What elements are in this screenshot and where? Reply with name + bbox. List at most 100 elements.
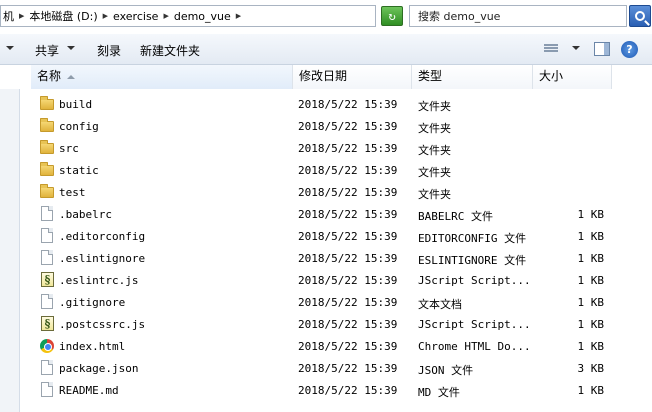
folder-icon [39,118,55,134]
file-row[interactable]: § .eslintrc.js 2018/5/22 15:39 JScript Scri… [33,270,633,292]
file-date: 2018/5/22 15:39 [298,142,398,155]
file-name: .postcssrc.js [59,318,146,331]
navigation-pane[interactable] [0,65,20,412]
column-size-label: 大小 [539,69,564,83]
help-icon[interactable]: ? [621,41,638,58]
refresh-button[interactable]: ↻ [381,6,403,26]
column-header-date[interactable]: 修改日期 [293,65,412,89]
chrome-html-icon [39,338,55,354]
file-row[interactable]: package.json 2018/5/22 15:39 JSON 文件 3 KB [33,358,633,380]
search-placeholder: 搜索 demo_vue [418,10,501,23]
file-name: index.html [59,340,126,353]
file-icon [39,250,55,266]
file-row[interactable]: build 2018/5/22 15:39 文件夹 [33,94,633,116]
share-button[interactable]: 共享 [35,42,59,59]
file-type: 文件夹 [418,100,451,113]
file-size: 3 KB [577,362,605,375]
folder-icon [39,140,55,156]
file-row[interactable]: test 2018/5/22 15:39 文件夹 [33,182,633,204]
file-name: .eslintignore [59,252,146,265]
file-icon [39,228,55,244]
file-date: 2018/5/22 15:39 [298,340,398,353]
file-size: 1 KB [577,296,605,309]
chevron-right-icon[interactable]: ▶ [19,12,24,20]
column-date-label: 修改日期 [299,69,348,83]
file-icon [39,360,55,376]
breadcrumb-item-demo-vue[interactable]: demo_vue [174,10,231,23]
view-options-icon[interactable] [544,44,558,55]
file-date: 2018/5/22 15:39 [298,362,398,375]
file-date: 2018/5/22 15:39 [298,318,398,331]
file-size: 1 KB [577,318,605,331]
file-row[interactable]: .gitignore 2018/5/22 15:39 文本文档 1 KB [33,292,633,314]
chevron-right-icon[interactable]: ▶ [103,12,108,20]
file-date: 2018/5/22 15:39 [298,296,398,309]
file-type: 文本文档 [418,298,462,311]
js-script-icon: § [39,272,55,288]
file-name: README.md [59,384,119,397]
file-row[interactable]: README.md 2018/5/22 15:39 MD 文件 1 KB [33,380,633,402]
file-name: build [59,98,93,111]
breadcrumb-item-exercise[interactable]: exercise [113,10,158,23]
file-type: EDITORCONFIG 文件 [418,232,527,245]
breadcrumb[interactable]: 机 ▶ 本地磁盘 (D:) ▶ exercise ▶ demo_vue ▶ [0,5,376,27]
file-name: .gitignore [59,296,126,309]
file-row[interactable]: config 2018/5/22 15:39 文件夹 [33,116,633,138]
file-type: JScript Script... [418,274,531,287]
file-date: 2018/5/22 15:39 [298,120,398,133]
file-row[interactable]: .babelrc 2018/5/22 15:39 BABELRC 文件 1 KB [33,204,633,226]
file-size: 1 KB [577,230,605,243]
file-row[interactable]: src 2018/5/22 15:39 文件夹 [33,138,633,160]
file-row[interactable]: .editorconfig 2018/5/22 15:39 EDITORCONFIG… [33,226,633,248]
file-list: build 2018/5/22 15:39 文件夹 config 2018/5/22 1… [33,94,633,402]
folder-icon [39,162,55,178]
file-size: 1 KB [577,252,605,265]
file-size: 1 KB [577,274,605,287]
file-name: .editorconfig [59,230,146,243]
file-date: 2018/5/22 15:39 [298,274,398,287]
file-type: 文件夹 [418,122,451,135]
search-button[interactable] [629,5,651,27]
file-icon [39,294,55,310]
js-script-icon: § [39,316,55,332]
new-folder-button[interactable]: 新建文件夹 [140,42,200,59]
file-name: test [59,186,86,199]
search-input[interactable]: 搜索 demo_vue [409,5,627,27]
file-row[interactable]: .eslintignore 2018/5/22 15:39 ESLINTIGNORE… [33,248,633,270]
column-header-size[interactable]: 大小 [533,65,612,89]
column-header-name[interactable]: 名称 [31,65,293,89]
file-name: static [59,164,99,177]
file-type: Chrome HTML Do... [418,340,531,353]
chevron-right-icon[interactable]: ▶ [236,12,241,20]
column-header-type[interactable]: 类型 [412,65,533,89]
folder-icon [39,184,55,200]
breadcrumb-item-computer[interactable]: 机 [3,8,14,24]
file-name: .eslintrc.js [59,274,139,287]
preview-pane-icon[interactable] [594,42,610,56]
column-name-label: 名称 [37,69,62,83]
file-type: 文件夹 [418,144,451,157]
breadcrumb-item-drive[interactable]: 本地磁盘 (D:) [29,8,97,24]
burn-button[interactable]: 刻录 [97,42,121,59]
column-header-row: 名称 修改日期 类型 大小 [0,65,652,89]
file-row[interactable]: index.html 2018/5/22 15:39 Chrome HTML Do.… [33,336,633,358]
address-bar: 机 ▶ 本地磁盘 (D:) ▶ exercise ▶ demo_vue ▶ ↻ … [0,0,652,34]
file-size: 1 KB [577,340,605,353]
sort-ascending-icon [67,74,76,79]
search-icon [635,11,645,21]
file-icon [39,206,55,222]
command-bar: 共享 刻录 新建文件夹 ? [0,34,652,65]
file-icon [39,382,55,398]
chevron-down-icon[interactable] [6,46,14,50]
file-row[interactable]: § .postcssrc.js 2018/5/22 15:39 JScript Scr… [33,314,633,336]
file-row[interactable]: static 2018/5/22 15:39 文件夹 [33,160,633,182]
share-dropdown-icon[interactable] [67,46,75,50]
file-type: ESLINTIGNORE 文件 [418,254,527,267]
file-size: 1 KB [577,208,605,221]
file-date: 2018/5/22 15:39 [298,384,398,397]
file-name: config [59,120,99,133]
file-date: 2018/5/22 15:39 [298,208,398,221]
chevron-right-icon[interactable]: ▶ [163,12,168,20]
view-dropdown-icon[interactable] [572,46,580,50]
column-type-label: 类型 [418,69,443,83]
